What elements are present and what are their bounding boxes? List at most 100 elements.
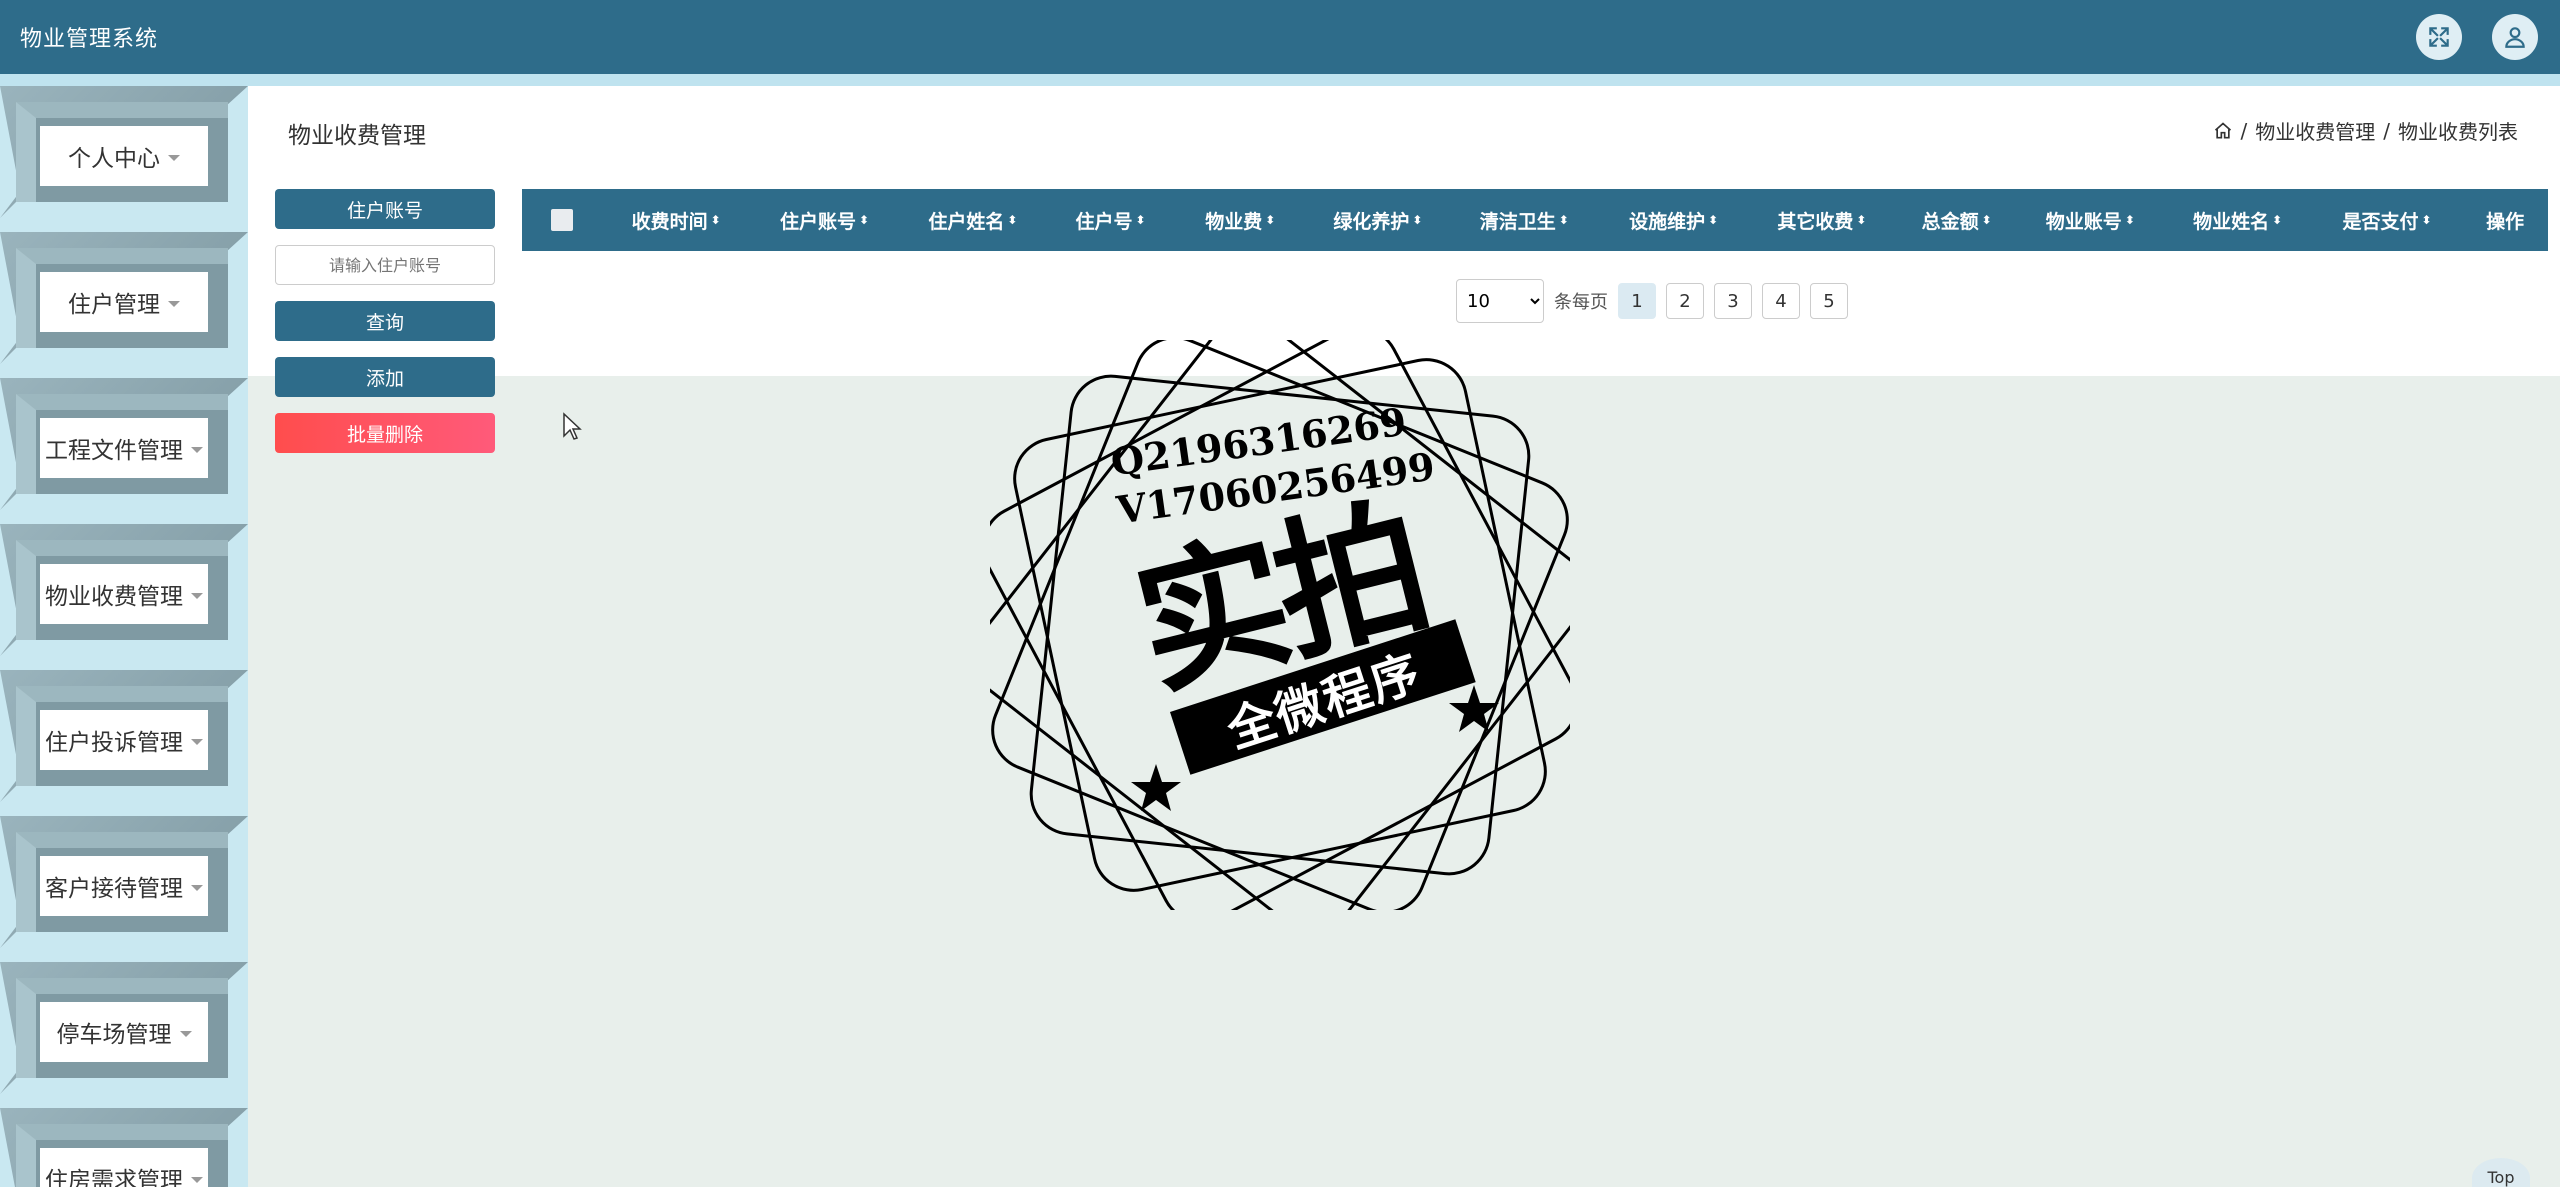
caret-down-icon: [191, 739, 203, 745]
sort-icon: ⬍: [1135, 213, 1146, 227]
column-label: 物业账号: [2045, 210, 2122, 233]
sidebar-item-property-fee[interactable]: 物业收费管理: [0, 524, 248, 656]
search-field[interactable]: [275, 245, 495, 285]
search-input[interactable]: [276, 246, 494, 284]
caret-down-icon: [191, 593, 203, 599]
query-button[interactable]: 查询: [275, 301, 495, 341]
sidebar-item-label: 个人中心: [68, 146, 160, 172]
breadcrumb-separator: /: [2240, 118, 2248, 143]
user-button[interactable]: [2492, 14, 2538, 60]
watermark-stamp: Q2196316269 V17060256499 实拍 全微程序: [990, 340, 1570, 910]
column-header[interactable]: 物业费 ⬍: [1174, 207, 1307, 234]
sidebar: 个人中心 住户管理 工程文件管理 物业收费管理 住户投诉管理 客户接待管理 停车…: [0, 86, 248, 1187]
sidebar-item-button[interactable]: 停车场管理: [40, 1002, 208, 1062]
sidebar-item-button[interactable]: 工程文件管理: [40, 418, 208, 478]
select-all-checkbox[interactable]: [551, 209, 574, 231]
header-strip: [0, 74, 2560, 86]
column-header[interactable]: 是否支付 ⬍: [2312, 207, 2462, 234]
sort-icon: ⬍: [2272, 213, 2283, 227]
sidebar-item-button[interactable]: 物业收费管理: [40, 564, 208, 624]
sort-icon: ⬍: [2421, 213, 2432, 227]
home-icon[interactable]: [2213, 121, 2233, 141]
column-header[interactable]: 设施维护 ⬍: [1599, 207, 1747, 234]
column-label: 物业姓名: [2193, 210, 2270, 233]
sidebar-item-resident[interactable]: 住户管理: [0, 232, 248, 364]
sidebar-item-personal-center[interactable]: 个人中心: [0, 86, 248, 218]
column-header[interactable]: 物业账号 ⬍: [2017, 207, 2163, 234]
column-label: 住户账号: [780, 210, 857, 233]
caret-down-icon: [179, 1031, 192, 1037]
sidebar-item-reception[interactable]: 客户接待管理: [0, 816, 248, 948]
back-to-top-button[interactable]: Top: [2472, 1158, 2530, 1187]
column-header[interactable]: 住户账号 ⬍: [750, 207, 898, 234]
column-label: 其它收费: [1777, 210, 1854, 233]
top-header: 物业管理系统: [0, 0, 2560, 74]
column-label: 绿化养护: [1333, 210, 1410, 233]
header-actions: [2416, 14, 2538, 60]
sort-icon: ⬍: [1412, 213, 1423, 227]
sort-icon: ⬍: [859, 213, 870, 227]
sort-icon: ⬍: [1007, 213, 1018, 227]
column-header[interactable]: 其它收费 ⬍: [1748, 207, 1896, 234]
caret-down-icon: [191, 885, 203, 891]
add-button[interactable]: 添加: [275, 357, 495, 397]
fullscreen-icon: [2429, 27, 2449, 47]
column-label: 操作: [2486, 210, 2525, 233]
sidebar-item-button[interactable]: 住户管理: [40, 272, 208, 332]
page-button-1[interactable]: 1: [1618, 283, 1656, 319]
pagination: 10 条每页 1 2 3 4 5: [1456, 279, 1848, 323]
fullscreen-button[interactable]: [2416, 14, 2462, 60]
page-button-2[interactable]: 2: [1666, 283, 1704, 319]
table-header: 收费时间 ⬍ 住户账号 ⬍ 住户姓名 ⬍ 住户号 ⬍ 物业费 ⬍ 绿化养护 ⬍ 清洁卫生 ⬍ …: [522, 189, 2548, 251]
breadcrumb-level2: 物业收费列表: [2398, 120, 2518, 144]
sidebar-item-button[interactable]: 客户接待管理: [40, 856, 208, 916]
page-button-4[interactable]: 4: [1762, 283, 1800, 319]
sidebar-item-complaints[interactable]: 住户投诉管理: [0, 670, 248, 802]
sort-icon: ⬍: [1856, 213, 1867, 227]
page-button-3[interactable]: 3: [1714, 283, 1752, 319]
caret-down-icon: [168, 301, 180, 307]
sidebar-item-engineering-docs[interactable]: 工程文件管理: [0, 378, 248, 510]
batch-delete-button[interactable]: 批量删除: [275, 413, 495, 453]
sidebar-item-label: 客户接待管理: [45, 876, 183, 902]
column-header[interactable]: 住户号 ⬍: [1047, 207, 1174, 234]
column-header[interactable]: 物业姓名 ⬍: [2164, 207, 2312, 234]
mouse-cursor-icon: [563, 412, 582, 440]
column-label: 收费时间: [631, 210, 708, 233]
column-label: 住户号: [1075, 210, 1133, 233]
sidebar-item-label: 工程文件管理: [45, 438, 183, 464]
sort-icon: ⬍: [2124, 213, 2135, 227]
caret-down-icon: [168, 155, 180, 161]
search-label: 住户账号: [275, 189, 495, 229]
column-header[interactable]: 清洁卫生 ⬍: [1449, 207, 1599, 234]
page-size-select[interactable]: 10: [1456, 279, 1544, 323]
column-header[interactable]: 收费时间 ⬍: [602, 207, 750, 234]
search-panel: 住户账号 查询 添加 批量删除: [275, 189, 495, 469]
caret-down-icon: [191, 447, 203, 453]
sort-icon: ⬍: [1265, 213, 1276, 227]
sidebar-item-parking[interactable]: 停车场管理: [0, 962, 248, 1094]
column-header[interactable]: 绿化养护 ⬍: [1307, 207, 1449, 234]
column-header[interactable]: 总金额 ⬍: [1896, 207, 2017, 234]
sidebar-item-label: 停车场管理: [56, 1022, 172, 1048]
sidebar-item-housing-demand[interactable]: 住房需求管理: [0, 1108, 248, 1187]
column-label: 住户姓名: [928, 210, 1005, 233]
sidebar-item-button[interactable]: 个人中心: [40, 126, 208, 186]
column-label: 是否支付: [2342, 210, 2419, 233]
main-content: 物业收费管理 / 物业收费管理 / 物业收费列表 住户账号 查询 添加 批量删除…: [248, 86, 2560, 453]
page-title: 物业收费管理: [288, 123, 426, 149]
app-title: 物业管理系统: [20, 27, 159, 52]
column-header[interactable]: 住户姓名 ⬍: [899, 207, 1047, 234]
sort-icon: ⬍: [1981, 213, 1992, 227]
page-button-5[interactable]: 5: [1810, 283, 1848, 319]
breadcrumb-level1[interactable]: 物业收费管理: [2255, 116, 2375, 145]
breadcrumb: / 物业收费管理 / 物业收费列表: [2213, 116, 2518, 145]
sidebar-item-button[interactable]: 住房需求管理: [40, 1148, 208, 1187]
select-all-cell: [522, 209, 602, 231]
caret-down-icon: [191, 1177, 203, 1183]
column-label: 清洁卫生: [1479, 210, 1556, 233]
sidebar-item-label: 住户管理: [68, 292, 160, 318]
column-header-actions: 操作: [2462, 207, 2548, 234]
sidebar-item-button[interactable]: 住户投诉管理: [40, 710, 208, 770]
per-page-label: 条每页: [1554, 292, 1608, 313]
